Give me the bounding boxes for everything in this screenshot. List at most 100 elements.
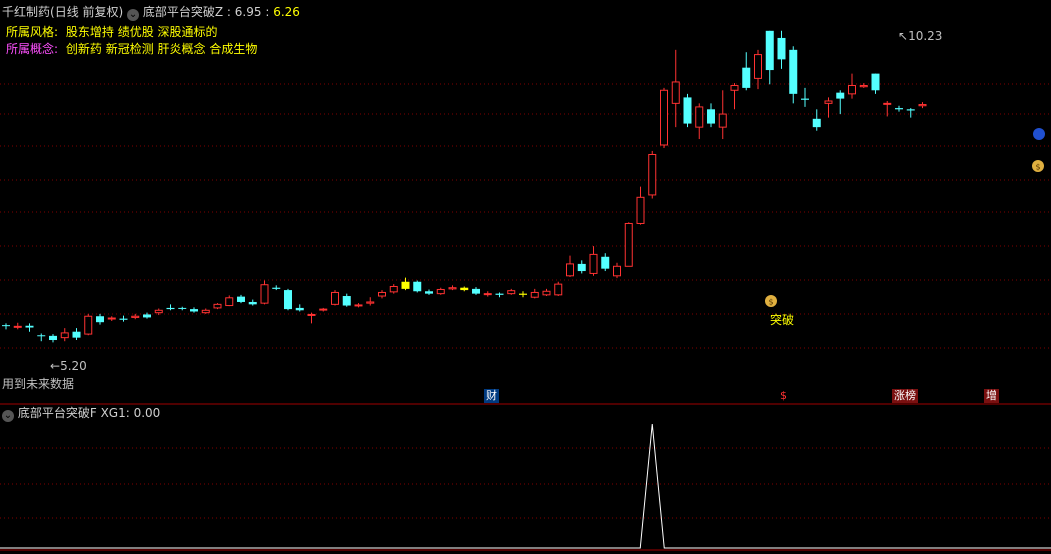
candle-body [554, 283, 563, 296]
candle-body [566, 263, 574, 277]
candle-body [342, 296, 351, 306]
candle-body [624, 222, 633, 267]
candle-body [131, 315, 140, 318]
candle-body [495, 293, 504, 295]
style-row: 所属风格: 股东增持 绩优股 深股通标的 [6, 25, 218, 39]
candle-body [190, 309, 198, 312]
candle-body [848, 85, 856, 95]
candle-body [648, 153, 657, 196]
candle-body [389, 286, 398, 293]
style-value: 股东增持 绩优股 深股通标的 [65, 25, 218, 39]
candle-body [260, 284, 269, 304]
candle-body [707, 109, 715, 124]
candle-body [84, 315, 93, 335]
indicator-name: 底部平台突破Z [142, 5, 224, 19]
high-price-label: ↖10.23 [898, 29, 943, 43]
candle-body [483, 293, 492, 296]
sub-panel-title: ⌄ 底部平台突破F XG1: 0.00 [2, 406, 160, 422]
candle-body [366, 301, 375, 304]
chevron-down-icon[interactable]: ⌄ [127, 9, 140, 21]
stock-name: 千红制药 [2, 5, 51, 19]
candle-body [519, 293, 527, 295]
candle-body [812, 118, 821, 128]
candle-body [589, 253, 598, 274]
concept-row: 所属概念: 创新药 新冠检测 肝炎概念 合成生物 [6, 42, 257, 56]
chevron-down-icon[interactable]: ⌄ [2, 410, 14, 422]
candle-body [883, 102, 892, 105]
candle-body [777, 37, 786, 60]
finance-marker[interactable]: 财 [484, 389, 499, 403]
candle-body [13, 325, 22, 328]
low-price-label: ←5.20 [50, 359, 87, 373]
candle-body [60, 332, 69, 339]
candle-body [577, 263, 586, 272]
chart-title: 千红制药(日线 前复权) ⌄ 底部平台突破Z : 6.95 : 6.26 [2, 5, 300, 21]
candle-body [695, 106, 704, 128]
candle-body [789, 49, 798, 94]
candle-body [895, 108, 903, 110]
candle-body [272, 287, 281, 289]
candle-body [801, 98, 809, 100]
candle-body [472, 288, 480, 294]
candle-body [918, 104, 927, 107]
candle-body [119, 318, 128, 320]
candle-body [201, 309, 210, 314]
candle-body [248, 301, 257, 305]
candle-body [730, 85, 739, 91]
dollar-marker[interactable]: $ [778, 389, 789, 403]
candle-body [530, 291, 539, 298]
candle-body [237, 296, 245, 302]
candle-body [754, 54, 762, 79]
candle-body [331, 291, 339, 305]
candle-body [436, 288, 445, 295]
candle-body [413, 281, 422, 292]
candle-body [25, 325, 34, 328]
sub-indicator-name: 底部平台突破F [17, 406, 97, 420]
candle-body [601, 256, 610, 269]
candle-body [307, 313, 316, 316]
money-bag-icon-glyph: $ [768, 298, 773, 307]
period-label: (日线 前复权) [50, 5, 124, 19]
candle-body [460, 287, 469, 291]
candle-body [178, 307, 187, 309]
increase-marker[interactable]: 增 [984, 389, 999, 403]
candle-body [859, 85, 868, 88]
candle-body [613, 265, 621, 277]
candle-body [295, 307, 304, 311]
concept-value: 创新药 新冠检测 肝炎概念 合成生物 [65, 42, 258, 56]
candle-body [401, 281, 410, 289]
stock-chart-window: $ $ 千红制药(日线 前复权) ⌄ 底部平台突破Z : 6.95 : 6.26 … [0, 0, 1051, 554]
candle-body [742, 67, 751, 88]
candle-body [683, 97, 692, 124]
candle-body [96, 316, 104, 323]
money-bag-icon-glyph: $ [1035, 163, 1040, 172]
gain-list-marker[interactable]: 涨榜 [892, 389, 918, 403]
candle-body [354, 304, 363, 307]
signal-line [0, 423, 1051, 549]
arrow-icon: ← [50, 359, 61, 373]
candle-body [378, 291, 386, 297]
sub-series-name: XG1: [100, 406, 130, 420]
candle-body [166, 307, 175, 310]
candle-body [213, 303, 222, 309]
candle-body [2, 325, 10, 327]
candle-body [906, 109, 915, 111]
candle-body [154, 309, 163, 314]
candle-body [542, 290, 551, 296]
candle-body [37, 335, 46, 337]
candlestick-chart[interactable]: $$ [0, 0, 1051, 554]
value-separator: : [226, 5, 231, 19]
candle-body [72, 331, 81, 338]
candle-body [660, 89, 668, 146]
candle-body [871, 73, 880, 91]
candle-body [836, 92, 845, 99]
arrow-icon: ↖ [898, 29, 909, 43]
indicator-value-1: 6.95 [234, 5, 262, 19]
concept-label: 所属概念: [6, 42, 59, 56]
candle-body [824, 100, 833, 104]
candle-body [143, 314, 151, 318]
breakout-label: 突破 [770, 313, 795, 327]
candle-body [107, 317, 116, 320]
indicator-value-2: 6.26 [273, 5, 300, 19]
candle-body [284, 290, 292, 310]
